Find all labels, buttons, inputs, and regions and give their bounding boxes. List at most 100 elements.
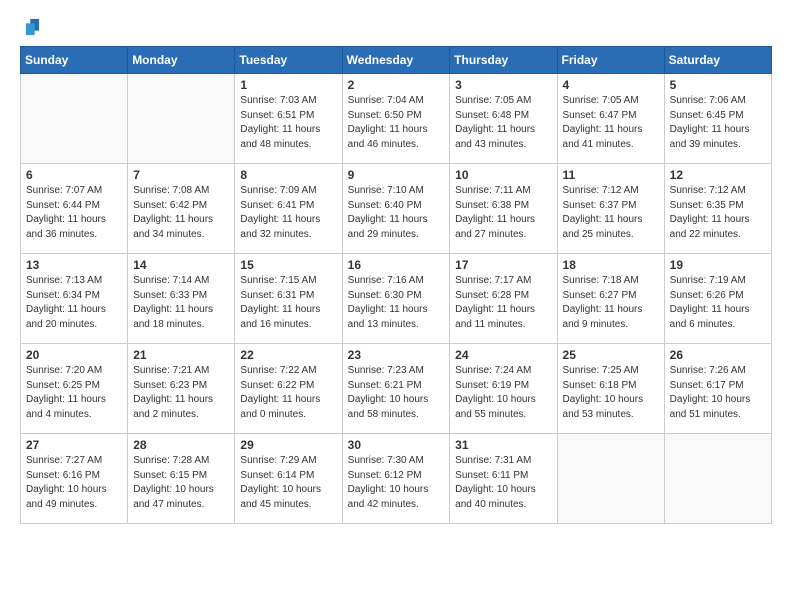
- calendar-cell: 27 Sunrise: 7:27 AMSunset: 6:16 PMDayligh…: [21, 434, 128, 524]
- day-content: Sunrise: 7:19 AMSunset: 6:26 PMDaylight:…: [670, 274, 766, 332]
- calendar-cell: 16Sunrise: 7:16 AMSunset: 6:30 PMDayligh…: [342, 254, 450, 344]
- day-content: Sunrise: 7:05 AMSunset: 6:48 PMDaylight:…: [455, 94, 551, 152]
- calendar-cell: 18 Sunrise: 7:18 AMSunset: 6:27 PMDayligh…: [557, 254, 664, 344]
- day-number: 14: [133, 258, 229, 272]
- day-content: Sunrise: 7:03 AMSunset: 6:51 PMDaylight:…: [240, 94, 336, 152]
- calendar-cell: 3Sunrise: 7:05 AMSunset: 6:48 PMDaylight…: [450, 74, 557, 164]
- calendar-cell: 28Sunrise: 7:28 AMSunset: 6:15 PMDayligh…: [128, 434, 235, 524]
- day-number: 10: [455, 168, 551, 182]
- day-content: Sunrise: 7:12 AMSunset: 6:37 PMDaylight:…: [563, 184, 659, 242]
- calendar-cell: 19 Sunrise: 7:19 AMSunset: 6:26 PMDayligh…: [664, 254, 771, 344]
- day-content: Sunrise: 7:31 AMSunset: 6:11 PMDaylight:…: [455, 454, 551, 512]
- calendar-cell: 23 Sunrise: 7:23 AMSunset: 6:21 PMDayligh…: [342, 344, 450, 434]
- calendar-table: SundayMondayTuesdayWednesdayThursdayFrid…: [20, 46, 772, 524]
- day-number: 2: [348, 78, 445, 92]
- day-number: 30: [348, 438, 445, 452]
- day-content: Sunrise: 7:24 AMSunset: 6:19 PMDaylight:…: [455, 364, 551, 422]
- day-number: 11: [563, 168, 659, 182]
- calendar-cell: 2 Sunrise: 7:04 AMSunset: 6:50 PMDaylight…: [342, 74, 450, 164]
- day-number: 20: [26, 348, 122, 362]
- day-content: Sunrise: 7:06 AMSunset: 6:45 PMDaylight:…: [670, 94, 766, 152]
- day-number: 27: [26, 438, 122, 452]
- calendar-cell: 4 Sunrise: 7:05 AMSunset: 6:47 PMDaylight…: [557, 74, 664, 164]
- day-number: 31: [455, 438, 551, 452]
- calendar-cell: [21, 74, 128, 164]
- calendar-cell: 1 Sunrise: 7:03 AMSunset: 6:51 PMDaylight…: [235, 74, 342, 164]
- day-content: Sunrise: 7:18 AMSunset: 6:27 PMDaylight:…: [563, 274, 659, 332]
- calendar-week-5: 27 Sunrise: 7:27 AMSunset: 6:16 PMDayligh…: [21, 434, 772, 524]
- calendar-cell: 21 Sunrise: 7:21 AMSunset: 6:23 PMDayligh…: [128, 344, 235, 434]
- day-number: 18: [563, 258, 659, 272]
- weekday-header-friday: Friday: [557, 47, 664, 74]
- day-number: 4: [563, 78, 659, 92]
- day-content: Sunrise: 7:14 AMSunset: 6:33 PMDaylight:…: [133, 274, 229, 332]
- calendar-cell: 8 Sunrise: 7:09 AMSunset: 6:41 PMDaylight…: [235, 164, 342, 254]
- day-number: 22: [240, 348, 336, 362]
- day-content: Sunrise: 7:09 AMSunset: 6:41 PMDaylight:…: [240, 184, 336, 242]
- day-content: Sunrise: 7:05 AMSunset: 6:47 PMDaylight:…: [563, 94, 659, 152]
- calendar-cell: 30 Sunrise: 7:30 AMSunset: 6:12 PMDayligh…: [342, 434, 450, 524]
- day-number: 28: [133, 438, 229, 452]
- calendar-cell: 31 Sunrise: 7:31 AMSunset: 6:11 PMDayligh…: [450, 434, 557, 524]
- weekday-header-row: SundayMondayTuesdayWednesdayThursdayFrid…: [21, 47, 772, 74]
- generalblue-logo-icon: [20, 16, 42, 38]
- calendar-cell: 13 Sunrise: 7:13 AMSunset: 6:34 PMDayligh…: [21, 254, 128, 344]
- weekday-header-wednesday: Wednesday: [342, 47, 450, 74]
- day-number: 17: [455, 258, 551, 272]
- day-content: Sunrise: 7:10 AMSunset: 6:40 PMDaylight:…: [348, 184, 445, 242]
- day-number: 26: [670, 348, 766, 362]
- calendar-cell: 14 Sunrise: 7:14 AMSunset: 6:33 PMDayligh…: [128, 254, 235, 344]
- day-content: Sunrise: 7:15 AMSunset: 6:31 PMDaylight:…: [240, 274, 336, 332]
- calendar-cell: 9 Sunrise: 7:10 AMSunset: 6:40 PMDaylight…: [342, 164, 450, 254]
- day-content: Sunrise: 7:20 AMSunset: 6:25 PMDaylight:…: [26, 364, 122, 422]
- day-number: 1: [240, 78, 336, 92]
- weekday-header-saturday: Saturday: [664, 47, 771, 74]
- day-content: Sunrise: 7:23 AMSunset: 6:21 PMDaylight:…: [348, 364, 445, 422]
- calendar-cell: 10 Sunrise: 7:11 AMSunset: 6:38 PMDayligh…: [450, 164, 557, 254]
- calendar-cell: [557, 434, 664, 524]
- calendar-week-1: 1 Sunrise: 7:03 AMSunset: 6:51 PMDaylight…: [21, 74, 772, 164]
- day-number: 25: [563, 348, 659, 362]
- day-number: 7: [133, 168, 229, 182]
- day-content: Sunrise: 7:30 AMSunset: 6:12 PMDaylight:…: [348, 454, 445, 512]
- calendar-cell: 26 Sunrise: 7:26 AMSunset: 6:17 PMDayligh…: [664, 344, 771, 434]
- calendar-cell: [128, 74, 235, 164]
- calendar-week-2: 6 Sunrise: 7:07 AMSunset: 6:44 PMDaylight…: [21, 164, 772, 254]
- day-number: 12: [670, 168, 766, 182]
- day-number: 9: [348, 168, 445, 182]
- day-content: Sunrise: 7:17 AMSunset: 6:28 PMDaylight:…: [455, 274, 551, 332]
- day-content: Sunrise: 7:07 AMSunset: 6:44 PMDaylight:…: [26, 184, 122, 242]
- day-number: 29: [240, 438, 336, 452]
- day-content: Sunrise: 7:21 AMSunset: 6:23 PMDaylight:…: [133, 364, 229, 422]
- calendar-cell: 12 Sunrise: 7:12 AMSunset: 6:35 PMDayligh…: [664, 164, 771, 254]
- day-content: Sunrise: 7:04 AMSunset: 6:50 PMDaylight:…: [348, 94, 445, 152]
- calendar-cell: 25Sunrise: 7:25 AMSunset: 6:18 PMDayligh…: [557, 344, 664, 434]
- weekday-header-tuesday: Tuesday: [235, 47, 342, 74]
- day-content: Sunrise: 7:26 AMSunset: 6:17 PMDaylight:…: [670, 364, 766, 422]
- day-number: 5: [670, 78, 766, 92]
- calendar-cell: 22 Sunrise: 7:22 AMSunset: 6:22 PMDayligh…: [235, 344, 342, 434]
- day-number: 23: [348, 348, 445, 362]
- day-content: Sunrise: 7:12 AMSunset: 6:35 PMDaylight:…: [670, 184, 766, 242]
- calendar-cell: 11 Sunrise: 7:12 AMSunset: 6:37 PMDayligh…: [557, 164, 664, 254]
- calendar-cell: 6 Sunrise: 7:07 AMSunset: 6:44 PMDaylight…: [21, 164, 128, 254]
- day-number: 6: [26, 168, 122, 182]
- day-content: Sunrise: 7:13 AMSunset: 6:34 PMDaylight:…: [26, 274, 122, 332]
- logo: [20, 16, 46, 38]
- calendar-cell: 17 Sunrise: 7:17 AMSunset: 6:28 PMDayligh…: [450, 254, 557, 344]
- day-content: Sunrise: 7:08 AMSunset: 6:42 PMDaylight:…: [133, 184, 229, 242]
- day-number: 8: [240, 168, 336, 182]
- weekday-header-sunday: Sunday: [21, 47, 128, 74]
- calendar-cell: [664, 434, 771, 524]
- day-number: 19: [670, 258, 766, 272]
- day-number: 13: [26, 258, 122, 272]
- calendar-cell: 5 Sunrise: 7:06 AMSunset: 6:45 PMDaylight…: [664, 74, 771, 164]
- day-content: Sunrise: 7:22 AMSunset: 6:22 PMDaylight:…: [240, 364, 336, 422]
- day-number: 15: [240, 258, 336, 272]
- page-header: [20, 16, 772, 38]
- day-content: Sunrise: 7:11 AMSunset: 6:38 PMDaylight:…: [455, 184, 551, 242]
- calendar-cell: 24Sunrise: 7:24 AMSunset: 6:19 PMDayligh…: [450, 344, 557, 434]
- day-content: Sunrise: 7:27 AMSunset: 6:16 PMDaylight:…: [26, 454, 122, 512]
- day-number: 21: [133, 348, 229, 362]
- day-content: Sunrise: 7:29 AMSunset: 6:14 PMDaylight:…: [240, 454, 336, 512]
